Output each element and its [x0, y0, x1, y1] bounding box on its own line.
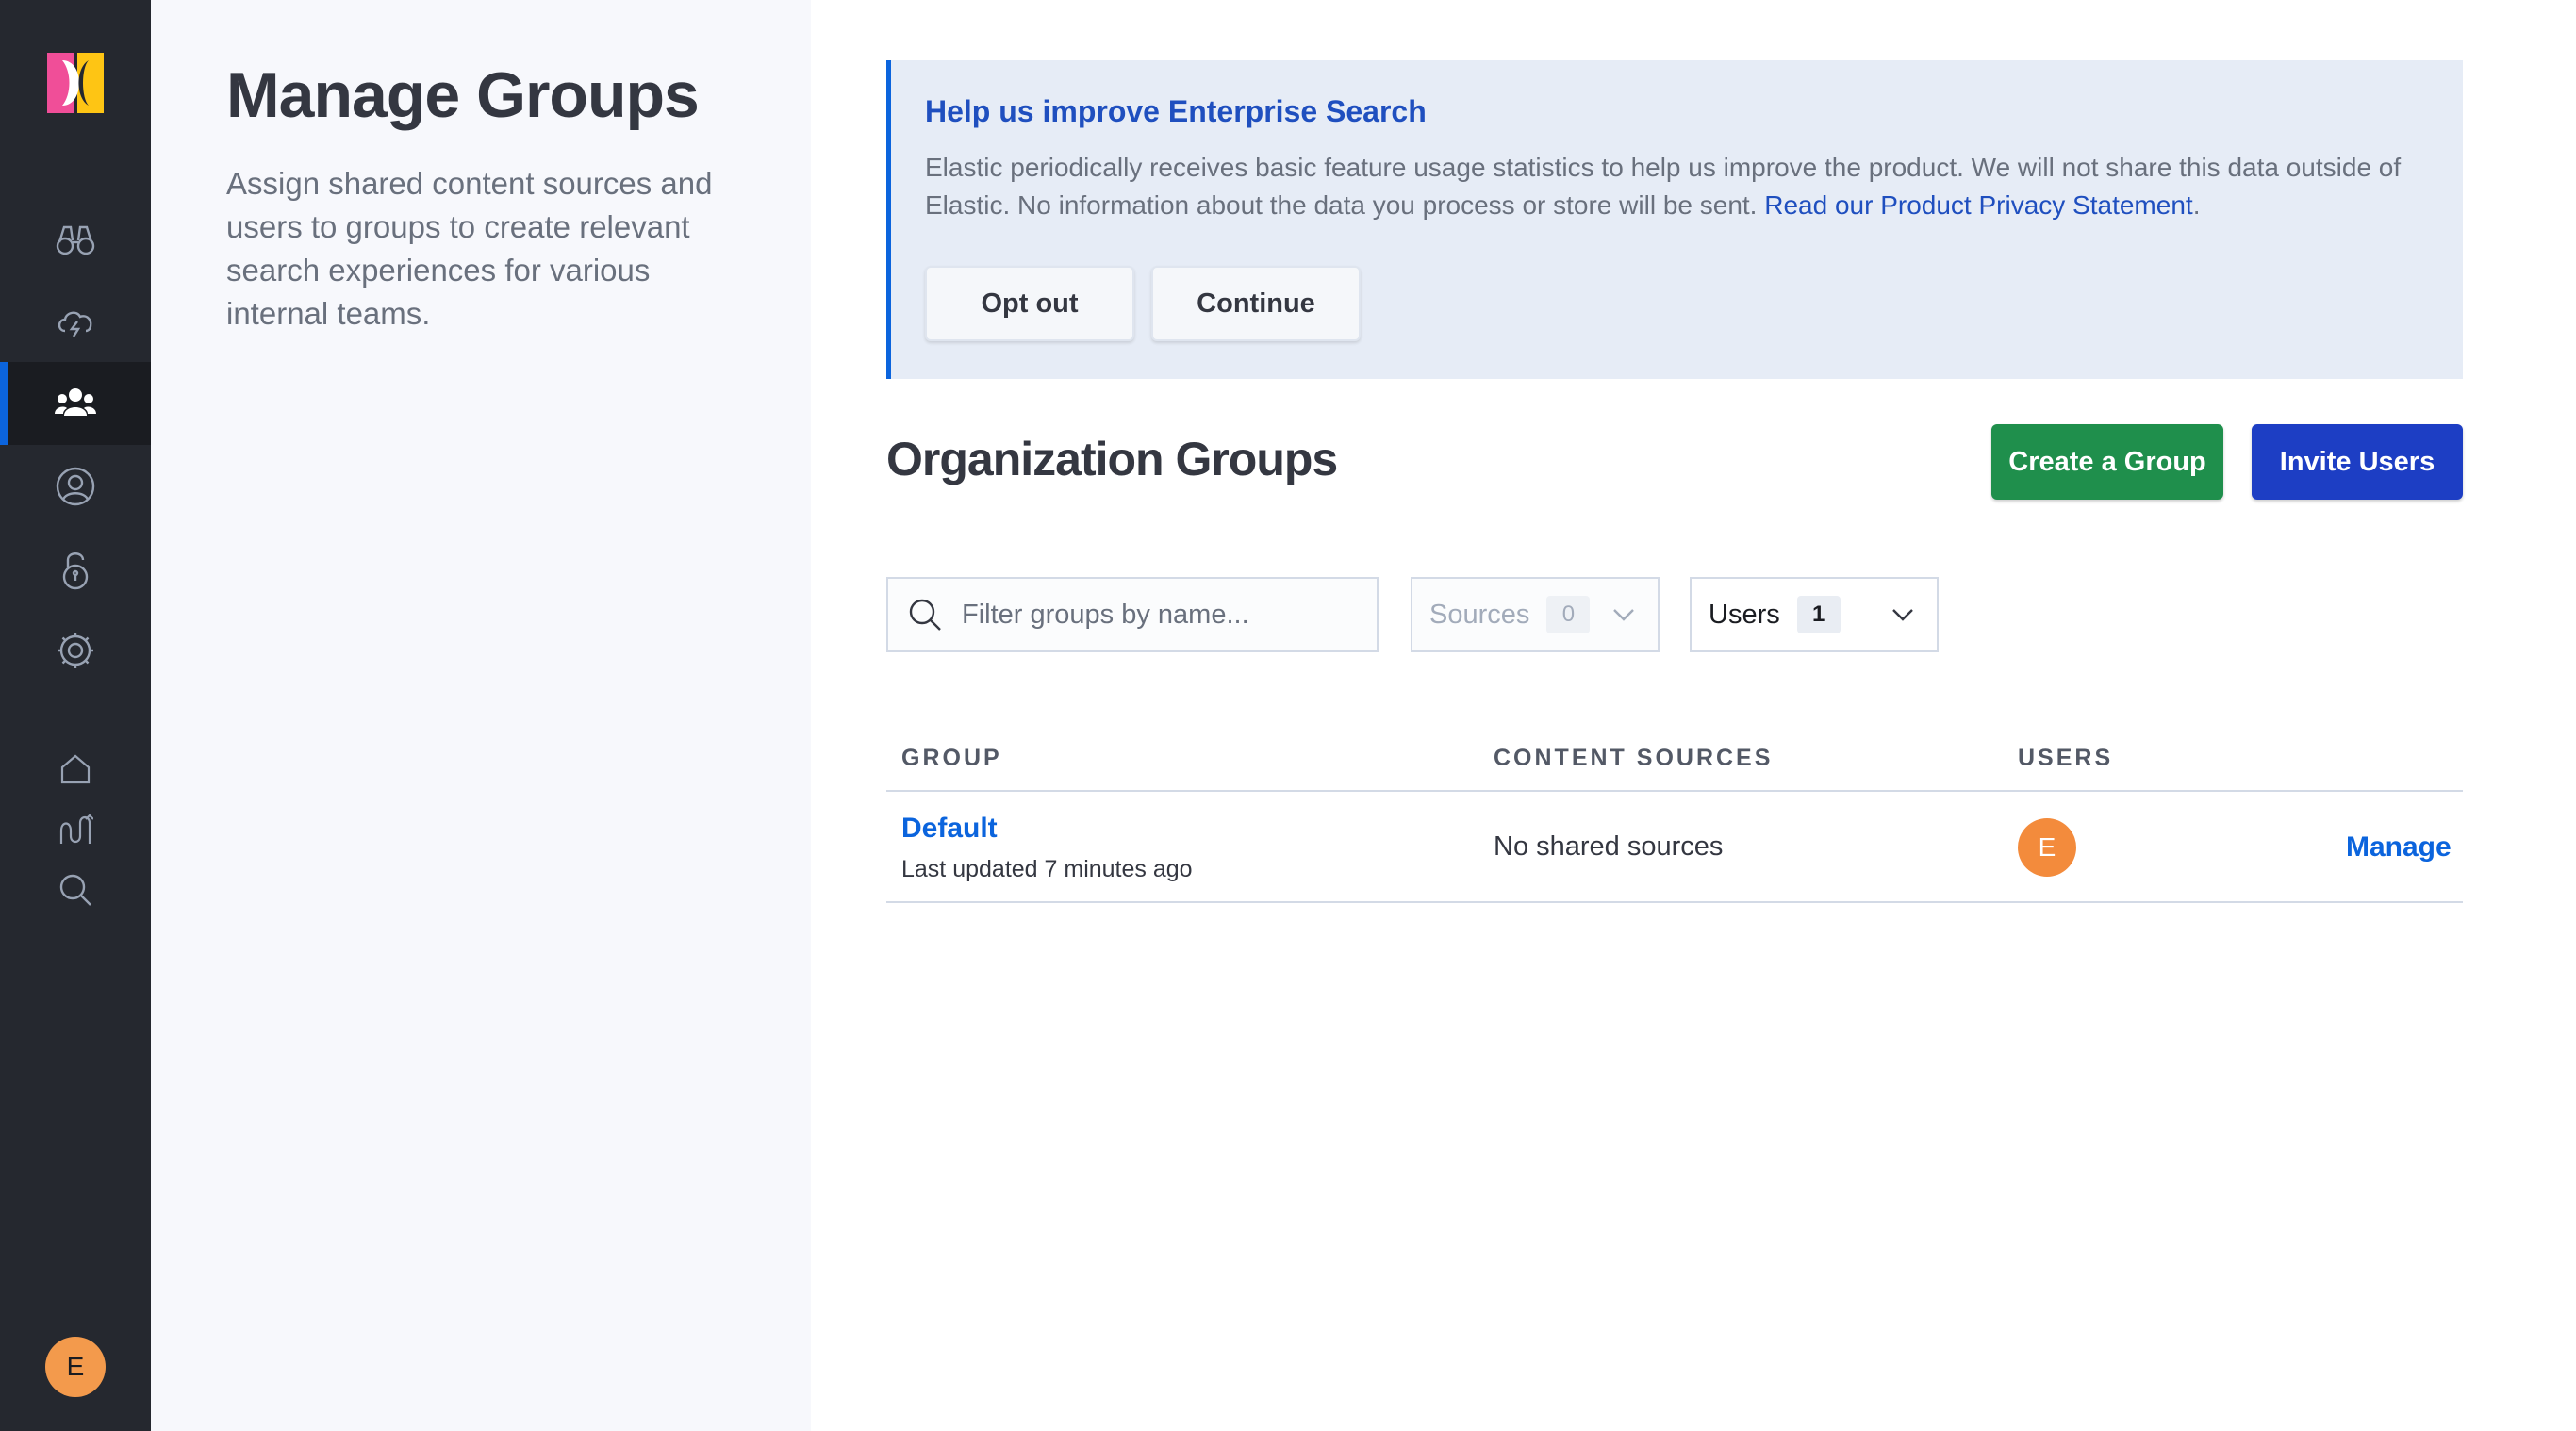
- cloud-lightning-icon: [58, 311, 92, 337]
- metrics-icon: [59, 814, 93, 844]
- home-icon: [60, 754, 91, 784]
- gear-icon: [58, 633, 93, 668]
- users-filter-label: Users: [1709, 599, 1780, 630]
- group-filter-input[interactable]: [960, 598, 1360, 632]
- sources-filter-dropdown[interactable]: Sources 0: [1411, 577, 1660, 652]
- invite-users-button[interactable]: Invite Users: [2252, 424, 2463, 500]
- user-avatar[interactable]: E: [45, 1337, 106, 1397]
- manage-group-link[interactable]: Manage: [2346, 831, 2452, 864]
- nav-item-groups[interactable]: [0, 362, 151, 445]
- nav-item-metrics[interactable]: [0, 799, 151, 860]
- callout-body: Elastic periodically receives basic feat…: [925, 149, 2434, 224]
- telemetry-callout: Help us improve Enterprise Search Elasti…: [886, 60, 2463, 379]
- chevron-down-icon: [1613, 609, 1634, 621]
- continue-button[interactable]: Continue: [1151, 266, 1361, 341]
- nav-item-role-mappings[interactable]: [0, 445, 151, 528]
- nav-item-home[interactable]: [0, 739, 151, 799]
- workplace-search-logo[interactable]: [47, 53, 104, 113]
- nav-item-security[interactable]: [0, 528, 151, 611]
- column-header-group[interactable]: GROUP: [901, 745, 1002, 772]
- callout-title: Help us improve Enterprise Search: [925, 94, 1427, 128]
- search-icon: [909, 599, 941, 631]
- page-description: Assign shared content sources and users …: [226, 166, 713, 331]
- privacy-statement-link[interactable]: Read our Product Privacy Statement: [1764, 190, 2192, 220]
- group-name-link[interactable]: Default: [901, 813, 998, 845]
- group-filter-field: [886, 577, 1379, 652]
- group-user-avatar[interactable]: E: [2018, 818, 2076, 877]
- binoculars-icon: [56, 225, 95, 255]
- chevron-down-icon: [1892, 609, 1913, 621]
- table-row-divider: [886, 901, 2463, 903]
- users-filter-dropdown[interactable]: Users 1: [1690, 577, 1939, 652]
- page-title: Manage Groups: [226, 59, 700, 131]
- column-header-users: USERS: [2018, 745, 2114, 771]
- nav-item-sources[interactable]: [0, 198, 151, 281]
- nav-item-connectors[interactable]: [0, 279, 151, 362]
- create-group-button[interactable]: Create a Group: [1991, 424, 2223, 500]
- group-content-sources: No shared sources: [1494, 831, 1724, 862]
- opt-out-button[interactable]: Opt out: [925, 266, 1134, 341]
- nav-item-search[interactable]: [0, 860, 151, 920]
- main-content: Help us improve Enterprise Search Elasti…: [811, 0, 2576, 1431]
- lock-icon: [62, 552, 89, 590]
- group-last-updated: Last updated 7 minutes ago: [901, 856, 1193, 882]
- section-title: Organization Groups: [886, 433, 1338, 485]
- left-nav: E: [0, 0, 151, 1431]
- column-header-content-sources: CONTENT SOURCES: [1494, 745, 1774, 771]
- table-header-divider: [886, 790, 2463, 792]
- nav-item-settings[interactable]: [0, 609, 151, 692]
- sources-filter-count: 0: [1546, 596, 1591, 633]
- user-circle-icon: [56, 467, 95, 506]
- page-side-panel: Manage Groups Assign shared content sour…: [151, 0, 811, 1431]
- callout-suffix: .: [2192, 190, 2201, 220]
- search-icon: [59, 874, 91, 906]
- sources-filter-label: Sources: [1429, 599, 1530, 630]
- users-filter-count: 1: [1796, 596, 1841, 633]
- users-icon: [55, 388, 96, 416]
